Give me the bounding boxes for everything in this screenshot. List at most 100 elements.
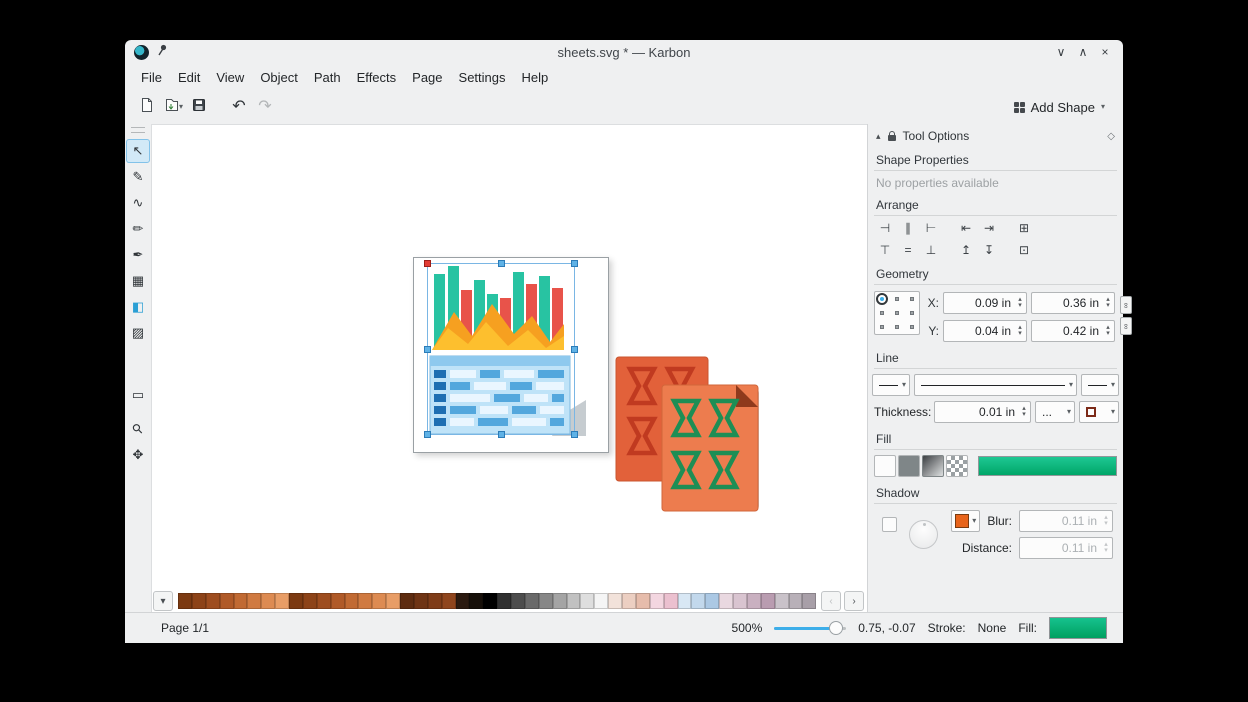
line-end-marker-combo[interactable]: ▾ (1081, 374, 1119, 396)
palette-swatch[interactable] (358, 593, 372, 609)
palette-swatch[interactable] (761, 593, 775, 609)
x-position-spinbox[interactable]: 0.09 in ▴▾ (943, 292, 1027, 314)
close-button[interactable]: × (1097, 44, 1113, 60)
palette-swatch[interactable] (289, 593, 303, 609)
spin-arrows[interactable]: ▴▾ (1102, 293, 1114, 313)
spin-down-icon[interactable]: ▾ (1106, 303, 1110, 309)
spin-down-icon[interactable]: ▾ (1104, 548, 1108, 554)
palette-swatch[interactable] (247, 593, 261, 609)
palette-swatch[interactable] (650, 593, 664, 609)
y-position-spinbox[interactable]: 0.04 in ▴▾ (943, 320, 1027, 342)
align-top-button[interactable]: ⊤ (874, 240, 896, 260)
spin-down-icon[interactable]: ▾ (1018, 303, 1022, 309)
palette-swatch[interactable] (317, 593, 331, 609)
palette-swatch[interactable] (691, 593, 705, 609)
palette-swatch[interactable] (234, 593, 248, 609)
palette-swatch[interactable] (261, 593, 275, 609)
palette-prev-button[interactable]: ‹ (821, 591, 841, 611)
palette-swatch[interactable] (442, 593, 456, 609)
align-bottom-button[interactable]: ⊥ (920, 240, 942, 260)
spin-down-icon[interactable]: ▾ (1106, 331, 1110, 337)
fill-none-button[interactable] (874, 455, 896, 477)
anchor-point[interactable] (895, 311, 899, 315)
docker-collapse-icon[interactable]: ▴ (876, 131, 881, 142)
menu-path[interactable]: Path (306, 67, 349, 88)
palette-swatch[interactable] (178, 593, 192, 609)
distribute-table-button[interactable]: ⊞ (1013, 218, 1035, 238)
image-tool[interactable]: ▨ (126, 321, 150, 345)
canvas[interactable]: ▾ ‹ › (151, 124, 867, 612)
dash-pattern-combo[interactable]: ... ▾ (1035, 401, 1075, 423)
pencil-tool[interactable]: ✏ (126, 217, 150, 241)
spin-down-icon[interactable]: ▾ (1018, 331, 1022, 337)
add-shape-button[interactable]: Add Shape ▾ (1006, 94, 1113, 120)
maximize-button[interactable]: ∧ (1075, 44, 1091, 60)
page[interactable] (413, 257, 609, 453)
palette-swatch[interactable] (511, 593, 525, 609)
palette-swatch[interactable] (664, 593, 678, 609)
height-spinbox[interactable]: 0.42 in ▴▾ (1031, 320, 1115, 342)
palette-swatch[interactable] (719, 593, 733, 609)
width-spinbox[interactable]: 0.36 in ▴▾ (1031, 292, 1115, 314)
palette-swatch[interactable] (775, 593, 789, 609)
palette-swatch[interactable] (345, 593, 359, 609)
palette-swatch[interactable] (789, 593, 803, 609)
spin-down-icon[interactable]: ▾ (1104, 521, 1108, 527)
palette-swatch[interactable] (386, 593, 400, 609)
line-style-combo[interactable]: ▾ (914, 374, 1077, 396)
minimize-button[interactable]: ∨ (1053, 44, 1069, 60)
chart-image[interactable] (428, 264, 586, 440)
align-right-button[interactable]: ⊢ (920, 218, 942, 238)
docker-lock-icon[interactable] (888, 135, 896, 141)
palette-swatch[interactable] (802, 593, 816, 609)
align-vcenter-button[interactable]: = (897, 240, 919, 260)
menu-page[interactable]: Page (404, 67, 450, 88)
shadow-blur-spinbox[interactable]: 0.11 in ▴▾ (1019, 510, 1113, 532)
join-style-combo[interactable]: ▾ (1079, 401, 1119, 423)
sheets-document-image[interactable] (614, 355, 760, 513)
anchor-point[interactable] (910, 325, 914, 329)
palette-swatch[interactable] (275, 593, 289, 609)
palette-swatch[interactable] (525, 593, 539, 609)
pan-tool[interactable]: ✥ (126, 443, 150, 467)
spin-arrows[interactable]: ▴▾ (1102, 321, 1114, 341)
spin-arrows[interactable]: ▴▾ (1100, 538, 1112, 558)
menu-file[interactable]: File (133, 67, 170, 88)
titlebar[interactable]: sheets.svg * — Karbon ∨ ∧ × (125, 40, 1123, 64)
new-document-button[interactable] (135, 94, 159, 120)
palette-swatch[interactable] (539, 593, 553, 609)
palette-swatch[interactable] (192, 593, 206, 609)
distribute-right-button[interactable]: ⇥ (978, 218, 1000, 238)
redo-button[interactable]: ↷ (253, 94, 277, 120)
palette-swatch[interactable] (469, 593, 483, 609)
palette-swatch[interactable] (400, 593, 414, 609)
palette-swatch[interactable] (733, 593, 747, 609)
palette-swatch[interactable] (622, 593, 636, 609)
spin-arrows[interactable]: ▴▾ (1014, 293, 1026, 313)
distribute-top-button[interactable]: ↥ (955, 240, 977, 260)
align-left-button[interactable]: ⊣ (874, 218, 896, 238)
distribute-left-button[interactable]: ⇤ (955, 218, 977, 238)
toolbox-grip[interactable] (131, 127, 145, 133)
thickness-spinbox[interactable]: 0.01 in ▴▾ (934, 401, 1031, 423)
anchor-top-left-selected[interactable] (876, 293, 888, 305)
group-objects-button[interactable]: ⊡ (1013, 240, 1035, 260)
menu-view[interactable]: View (208, 67, 252, 88)
palette-swatch[interactable] (497, 593, 511, 609)
palette-swatch[interactable] (608, 593, 622, 609)
palette-swatch[interactable] (428, 593, 442, 609)
palette-swatch[interactable] (331, 593, 345, 609)
anchor-point[interactable] (895, 297, 899, 301)
palette-swatch[interactable] (372, 593, 386, 609)
link-position-button[interactable]: ∞ (1120, 296, 1132, 314)
docker-header[interactable]: ▴ Tool Options ◇ (868, 124, 1123, 146)
freehand-path-tool[interactable]: ✎ (126, 165, 150, 189)
select-tool[interactable]: ↖ (126, 139, 150, 163)
palette-swatch[interactable] (553, 593, 567, 609)
palette-swatch[interactable] (636, 593, 650, 609)
palette-swatch[interactable] (206, 593, 220, 609)
position-anchor-widget[interactable] (874, 291, 920, 335)
callout-tool[interactable]: ▭ (126, 383, 150, 407)
shadow-enable-checkbox[interactable] (882, 517, 897, 532)
distribute-bottom-button[interactable]: ↧ (978, 240, 1000, 260)
